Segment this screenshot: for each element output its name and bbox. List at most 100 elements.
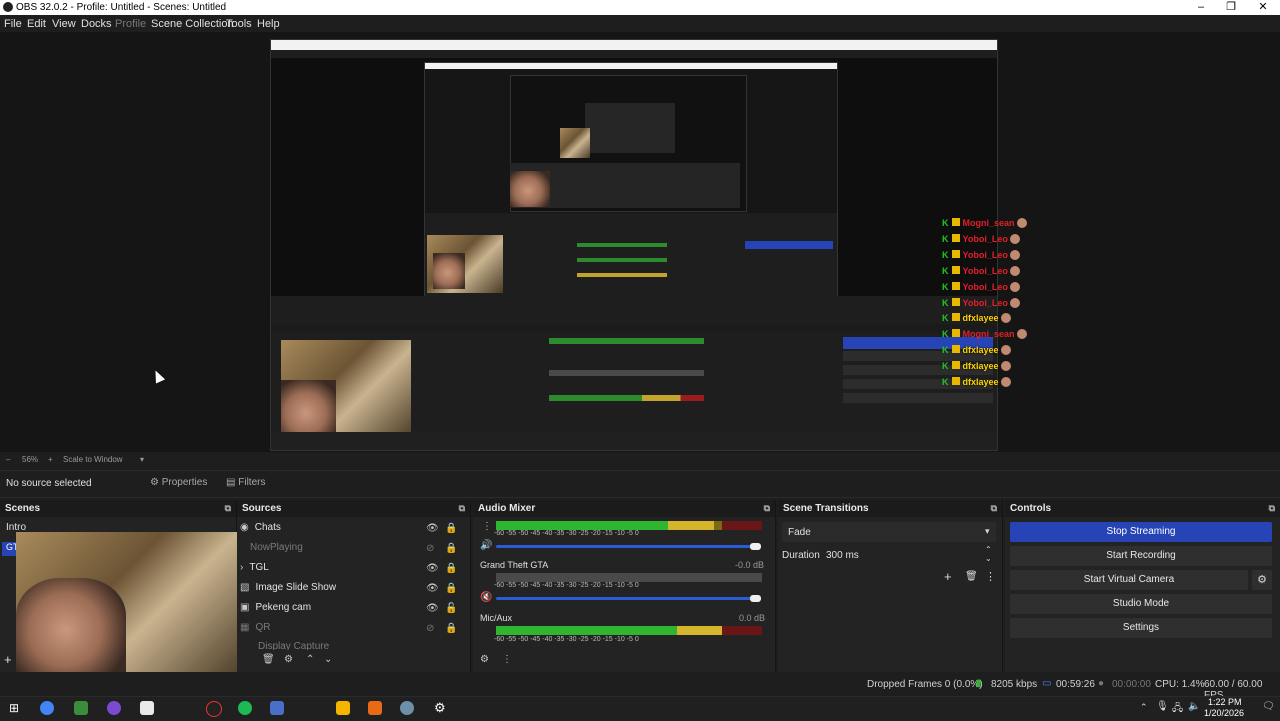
- settings-gear-icon[interactable]: ⚙: [434, 700, 446, 716]
- source-item[interactable]: › TGL: [240, 558, 269, 578]
- add-scene-icon[interactable]: +: [4, 652, 12, 667]
- kebab-menu-icon[interactable]: ⋮: [985, 570, 996, 583]
- trash-icon[interactable]: 🗑: [965, 571, 978, 582]
- lock-icon[interactable]: 🔒: [445, 543, 457, 554]
- menu-profile[interactable]: Profile: [115, 18, 146, 30]
- zoom-out-icon[interactable]: –: [6, 455, 10, 464]
- chevron-down-icon[interactable]: ▾: [140, 455, 144, 464]
- popout-icon[interactable]: ⧉: [991, 500, 997, 517]
- clock-time[interactable]: 1:22 PM: [1208, 697, 1242, 707]
- eye-icon[interactable]: 👁: [426, 523, 439, 534]
- source-item[interactable]: Display Capture: [258, 640, 329, 650]
- start-menu-icon[interactable]: ⊞: [9, 701, 19, 715]
- volume-meter-level: [496, 521, 714, 530]
- volume-slider-knob[interactable]: [750, 543, 761, 550]
- expand-icon[interactable]: ›: [240, 562, 243, 573]
- filters-button[interactable]: ▤ Filters: [226, 477, 265, 488]
- popout-icon[interactable]: ⧉: [1269, 500, 1275, 517]
- source-item[interactable]: ▧ Image Slide Show: [240, 578, 336, 598]
- menu-docks[interactable]: Docks: [81, 18, 112, 30]
- settings-button[interactable]: Settings: [1010, 618, 1272, 638]
- menu-tools[interactable]: Tools: [226, 18, 252, 30]
- popout-icon[interactable]: ⧉: [225, 500, 231, 517]
- volume-icon[interactable]: 🔈: [1188, 701, 1200, 712]
- volume-slider[interactable]: [496, 597, 756, 600]
- volume-slider-knob[interactable]: [750, 595, 761, 602]
- stream-icon: ▭: [1042, 678, 1052, 689]
- lock-icon[interactable]: 🔒: [445, 523, 457, 534]
- lock-icon[interactable]: 🔒: [445, 623, 457, 634]
- menu-edit[interactable]: Edit: [27, 18, 46, 30]
- stream-time: 00:59:26: [1056, 679, 1095, 690]
- minimize-button[interactable]: –: [1186, 0, 1216, 15]
- notification-icon[interactable]: 🗨: [1262, 701, 1275, 712]
- volume-slider[interactable]: [496, 545, 756, 548]
- mic-icon[interactable]: 🎙: [1156, 701, 1169, 712]
- popout-icon[interactable]: ⧉: [764, 500, 770, 517]
- tray-chevron-icon[interactable]: ⌃: [1140, 702, 1148, 713]
- source-item[interactable]: ◉ Chats: [240, 518, 281, 538]
- network-icon[interactable]: 🖧: [1172, 701, 1183, 718]
- eye-hidden-icon[interactable]: ⊘: [426, 623, 434, 634]
- source-item[interactable]: ▣ Pekeng cam: [240, 598, 311, 618]
- start-recording-button[interactable]: Start Recording: [1010, 546, 1272, 566]
- app-icon[interactable]: [74, 701, 88, 715]
- zoom-bar: – 56% + Scale to Window ▾: [0, 452, 1280, 468]
- menu-scene-collection[interactable]: Scene Collection: [151, 18, 234, 30]
- speaker-icon[interactable]: 🔊: [480, 540, 492, 551]
- spotify-icon[interactable]: [238, 701, 252, 715]
- slideshow-icon: ▧: [240, 582, 250, 593]
- menu-file[interactable]: File: [4, 18, 22, 30]
- eye-icon[interactable]: 👁: [426, 583, 439, 594]
- unlock-icon[interactable]: 🔓: [445, 603, 457, 614]
- meter-scale: -60 -55 -50 -45 -40 -35 -30 -25 -20 -15 …: [494, 582, 639, 589]
- record-time: 00:00:00: [1112, 679, 1151, 690]
- move-down-icon[interactable]: ⌄: [324, 654, 332, 665]
- spin-up-icon[interactable]: ⌃: [985, 545, 992, 554]
- app-icon[interactable]: [336, 701, 350, 715]
- obs-taskbar-icon[interactable]: [206, 701, 222, 717]
- clock-date[interactable]: 1/20/2026: [1204, 708, 1244, 718]
- chrome-icon[interactable]: [40, 701, 54, 715]
- move-up-icon[interactable]: ⌃: [306, 654, 314, 665]
- app-icon[interactable]: [107, 701, 121, 715]
- lock-icon[interactable]: 🔒: [445, 583, 457, 594]
- spin-down-icon[interactable]: ⌄: [985, 554, 992, 563]
- menu-bar: File Edit View Docks Profile Scene Colle…: [0, 15, 1280, 32]
- chat-message: Kdfxlayee: [942, 345, 1011, 359]
- maximize-button[interactable]: ❐: [1216, 0, 1246, 15]
- properties-button[interactable]: ⚙ Properties: [150, 477, 207, 488]
- meter-scale: -60 -55 -50 -45 -40 -35 -30 -25 -20 -15 …: [494, 636, 639, 643]
- scenes-title: Scenes: [5, 503, 41, 514]
- duration-spinbox[interactable]: 300 ms ⌃ ⌄: [822, 545, 996, 565]
- source-item[interactable]: ▦ QR: [240, 618, 270, 638]
- eye-hidden-icon[interactable]: ⊘: [426, 543, 434, 554]
- menu-help[interactable]: Help: [257, 18, 280, 30]
- menu-view[interactable]: View: [52, 18, 76, 30]
- sources-title: Sources: [242, 503, 282, 514]
- app-icon[interactable]: [368, 701, 382, 715]
- app-icon[interactable]: [140, 701, 154, 715]
- virtual-camera-settings-icon[interactable]: ⚙: [1252, 570, 1272, 590]
- studio-mode-button[interactable]: Studio Mode: [1010, 594, 1272, 614]
- app-icon[interactable]: [270, 701, 284, 715]
- transition-select[interactable]: Fade ▾: [782, 522, 996, 542]
- trash-icon[interactable]: 🗑: [262, 654, 275, 665]
- add-transition-icon[interactable]: +: [944, 569, 952, 584]
- close-button[interactable]: ✕: [1248, 0, 1278, 15]
- zoom-in-icon[interactable]: +: [48, 455, 53, 464]
- gear-icon[interactable]: ⚙: [480, 654, 489, 665]
- app-icon[interactable]: [400, 701, 414, 715]
- speaker-muted-icon[interactable]: 🔇: [480, 592, 492, 603]
- scale-mode[interactable]: Scale to Window: [63, 455, 123, 464]
- kebab-menu-icon[interactable]: ⋮: [482, 521, 492, 532]
- source-item[interactable]: NowPlaying: [250, 538, 303, 558]
- eye-icon[interactable]: 👁: [426, 603, 439, 614]
- eye-icon[interactable]: 👁: [426, 563, 439, 574]
- kebab-menu-icon[interactable]: ⋮: [502, 654, 512, 665]
- lock-icon[interactable]: 🔒: [445, 563, 457, 574]
- gear-icon[interactable]: ⚙: [284, 654, 293, 665]
- stop-streaming-button[interactable]: Stop Streaming: [1010, 522, 1272, 542]
- start-virtual-camera-button[interactable]: Start Virtual Camera: [1010, 570, 1248, 590]
- popout-icon[interactable]: ⧉: [459, 500, 465, 517]
